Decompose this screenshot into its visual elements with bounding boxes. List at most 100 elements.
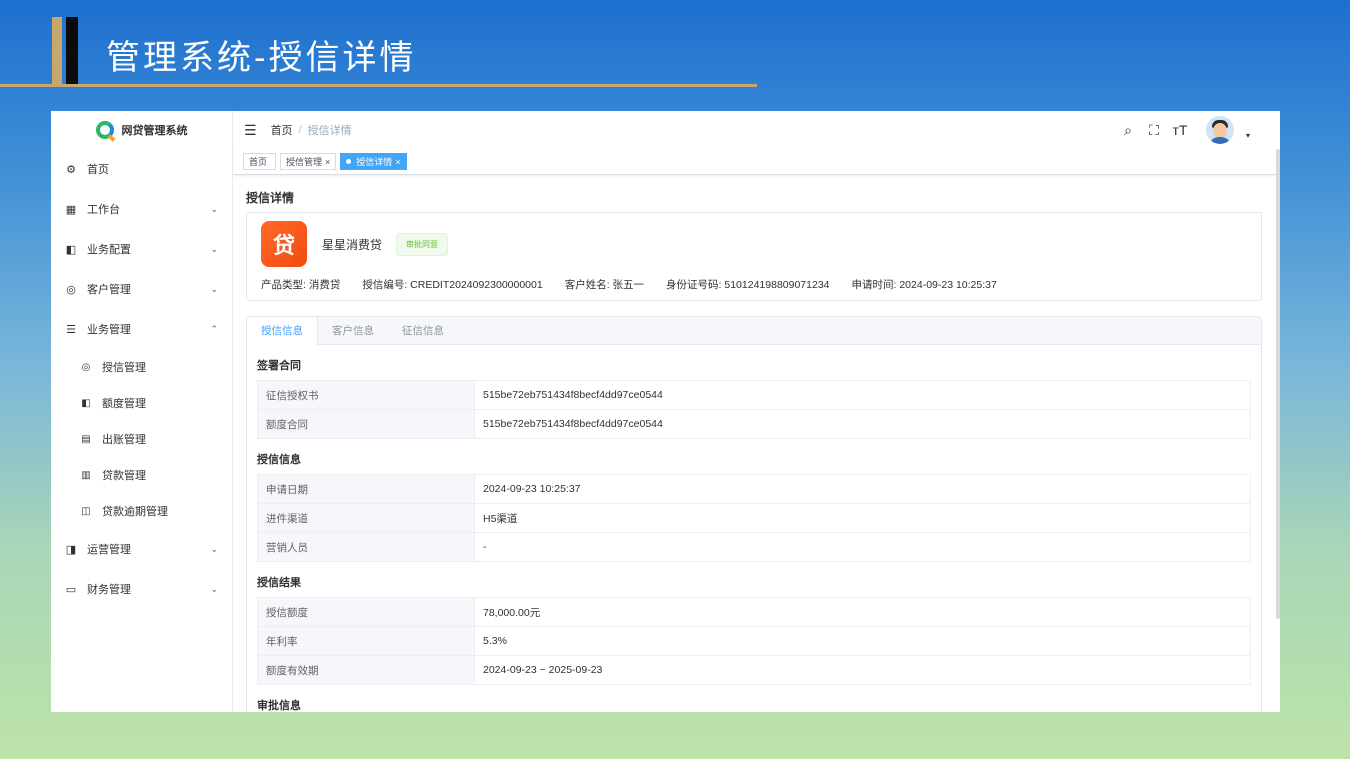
breadcrumb-home[interactable]: 首页 <box>271 122 293 138</box>
tab-item[interactable]: 征信信息 <box>388 317 458 344</box>
sidebar-item[interactable]: ▦ 工作台 ⌄ <box>51 189 232 229</box>
field-value: 515be72eb751434f8becf4dd97ce0544 <box>474 409 1251 439</box>
field-value: 515be72eb751434f8becf4dd97ce0544 <box>474 380 1251 410</box>
field-label: 申请日期 <box>257 474 475 504</box>
field-label: 进件渠道 <box>257 503 475 533</box>
menu-icon: ◎ <box>81 361 91 373</box>
table-row: 营销人员 - <box>257 532 1251 562</box>
description-table: 授信额度 78,000.00元 年利率 5.3% 额度有效期 2024-09-23 ~ 2… <box>257 597 1251 685</box>
product-name: 星星消费贷 <box>322 237 383 252</box>
sidebar-item-label: 财务管理 <box>87 584 131 596</box>
sidebar-item[interactable]: ⚙ 首页 <box>51 149 232 189</box>
close-icon[interactable]: × <box>325 157 330 167</box>
sidebar: 网贷管理系统 ⚙ 首页 ▦ 工作台 ⌄ ◧ 业务配置 ⌄ ◎ 客户管理 ⌄ ☰ 业务管理 ⌃ ◎ 授信管理 ◧ 额… <box>51 111 233 712</box>
tab-panel: 签署合同征信授权书 515be72eb751434f8becf4dd97ce054… <box>247 357 1261 712</box>
table-row: 申请日期 2024-09-23 10:25:37 <box>257 474 1251 504</box>
field-label: 额度合同 <box>257 409 475 439</box>
table-row: 额度有效期 2024-09-23 ~ 2025-09-23 <box>257 655 1251 685</box>
table-row: 进件渠道 H5渠道 <box>257 503 1251 533</box>
tag-view-item[interactable]: 首页 <box>243 153 277 170</box>
table-row: 授信额度 78,000.00元 <box>257 597 1251 627</box>
sidebar-subitem[interactable]: ◧ 额度管理 <box>51 385 232 421</box>
sidebar-item[interactable]: ☰ 业务管理 ⌃ <box>51 309 232 349</box>
sidebar-subitem[interactable]: ◎ 授信管理 <box>51 349 232 385</box>
sidebar-item[interactable]: ◧ 业务配置 ⌄ <box>51 229 232 269</box>
sidebar-subitem[interactable]: ▤ 出账管理 <box>51 421 232 457</box>
table-row: 年利率 5.3% <box>257 626 1251 656</box>
table-row: 额度合同 515be72eb751434f8becf4dd97ce0544 <box>257 409 1251 439</box>
meta-field: 身份证号码: 510124198809071234 <box>666 279 830 291</box>
chevron-icon: ⌄ <box>210 243 218 254</box>
search-icon[interactable]: ⌕ <box>1120 122 1136 139</box>
avatar[interactable] <box>1205 116 1234 144</box>
sidebar-subitem-label: 贷款逾期管理 <box>102 506 168 518</box>
chevron-icon: ⌄ <box>210 543 218 554</box>
description-table: 征信授权书 515be72eb751434f8becf4dd97ce0544 额度合… <box>257 380 1251 439</box>
scrollbar[interactable] <box>1276 149 1280 619</box>
active-dot-icon <box>346 159 352 164</box>
sidebar-subitem[interactable]: ▥ 贷款管理 <box>51 457 232 493</box>
hamburger-icon[interactable]: ☰ <box>244 122 257 139</box>
main-area: ☰ 首页 / 授信详情 ⌕ ⛶ ᴛT ▾ 首页 授信管理 × 授信详情 × 授信详情 贷… <box>234 111 1280 712</box>
sidebar-subitem[interactable]: ◫ 贷款逾期管理 <box>51 493 232 529</box>
field-label: 年利率 <box>257 626 475 656</box>
field-value: 2024-09-23 10:25:37 <box>474 474 1251 504</box>
chevron-icon: ⌃ <box>210 323 218 334</box>
close-icon[interactable]: × <box>395 157 400 167</box>
navbar-actions: ⌕ ⛶ ᴛT ▾ <box>1120 116 1270 144</box>
caret-down-icon[interactable]: ▾ <box>1246 131 1250 140</box>
breadcrumb-current: 授信详情 <box>307 125 352 137</box>
menu-icon: ▤ <box>81 433 91 445</box>
chevron-icon: ⌄ <box>210 203 218 214</box>
field-label: 营销人员 <box>257 532 475 562</box>
field-label: 征信授权书 <box>257 380 475 410</box>
section-title: 签署合同 <box>257 360 301 372</box>
tab-item[interactable]: 授信信息 <box>247 317 318 346</box>
page-title: 授信详情 <box>246 191 295 205</box>
menu-icon: ▥ <box>81 469 91 481</box>
sidebar-item-label: 运营管理 <box>87 544 131 556</box>
section-title: 审批信息 <box>257 700 301 712</box>
breadcrumb-separator: / <box>298 124 302 136</box>
field-value: 5.3% <box>474 626 1251 656</box>
detail-tabs: 授信信息 客户信息 征信信息 签署合同征信授权书 515be72eb751434f8b… <box>246 316 1262 712</box>
meta-field: 申请时间: 2024-09-23 10:25:37 <box>851 279 997 291</box>
slide-divider <box>0 84 757 87</box>
tab-item[interactable]: 客户信息 <box>318 317 388 344</box>
sidebar-item-label: 客户管理 <box>87 284 131 296</box>
tag-label: 首页 <box>249 157 268 167</box>
page-content: 授信详情 贷 星星消费贷 审批同意 产品类型: 消费贷 授信编号: CREDIT2… <box>246 187 1262 712</box>
menu-icon: ☰ <box>66 323 76 336</box>
brand[interactable]: 网贷管理系统 <box>51 111 232 149</box>
brand-name: 网贷管理系统 <box>121 125 188 137</box>
app-window: 网贷管理系统 ⚙ 首页 ▦ 工作台 ⌄ ◧ 业务配置 ⌄ ◎ 客户管理 ⌄ ☰ 业务管理 ⌃ ◎ 授信管理 ◧ 额… <box>51 111 1280 712</box>
meta-field: 授信编号: CREDIT2024092300000001 <box>362 279 543 291</box>
meta-field: 客户姓名: 张五一 <box>564 279 645 291</box>
menu-icon: ◨ <box>65 543 77 556</box>
field-value: - <box>474 532 1251 562</box>
sidebar-subitem-label: 出账管理 <box>102 434 146 446</box>
sidebar-item[interactable]: ◨ 运营管理 ⌄ <box>51 529 232 569</box>
font-size-icon[interactable]: ᴛT <box>1172 122 1188 138</box>
tags-view: 首页 授信管理 × 授信详情 × <box>234 149 1280 175</box>
tag-label: 授信详情 <box>356 157 393 167</box>
logo-icon <box>95 121 114 139</box>
menu-icon: ◎ <box>66 283 76 296</box>
field-value: H5渠道 <box>474 503 1251 533</box>
menu-icon: ◫ <box>81 505 91 517</box>
tab-list: 授信信息 客户信息 征信信息 <box>247 317 1261 346</box>
loan-product-icon: 贷 <box>261 221 307 267</box>
field-label: 额度有效期 <box>257 655 475 685</box>
sidebar-item[interactable]: ▭ 财务管理 ⌄ <box>51 569 232 609</box>
field-label: 授信额度 <box>257 597 475 627</box>
menu-icon: ▦ <box>65 203 77 216</box>
menu-icon: ◧ <box>65 243 77 256</box>
fullscreen-icon[interactable]: ⛶ <box>1146 122 1162 139</box>
sidebar-item-label: 工作台 <box>87 204 120 216</box>
menu-icon: ▭ <box>65 583 77 596</box>
sidebar-item[interactable]: ◎ 客户管理 ⌄ <box>51 269 232 309</box>
tag-view-item[interactable]: 授信详情 × <box>340 153 407 170</box>
navbar: ☰ 首页 / 授信详情 ⌕ ⛶ ᴛT ▾ <box>234 111 1280 149</box>
tag-view-item[interactable]: 授信管理 × <box>280 153 337 170</box>
slide-title: 管理系统-授信详情 <box>106 38 417 78</box>
